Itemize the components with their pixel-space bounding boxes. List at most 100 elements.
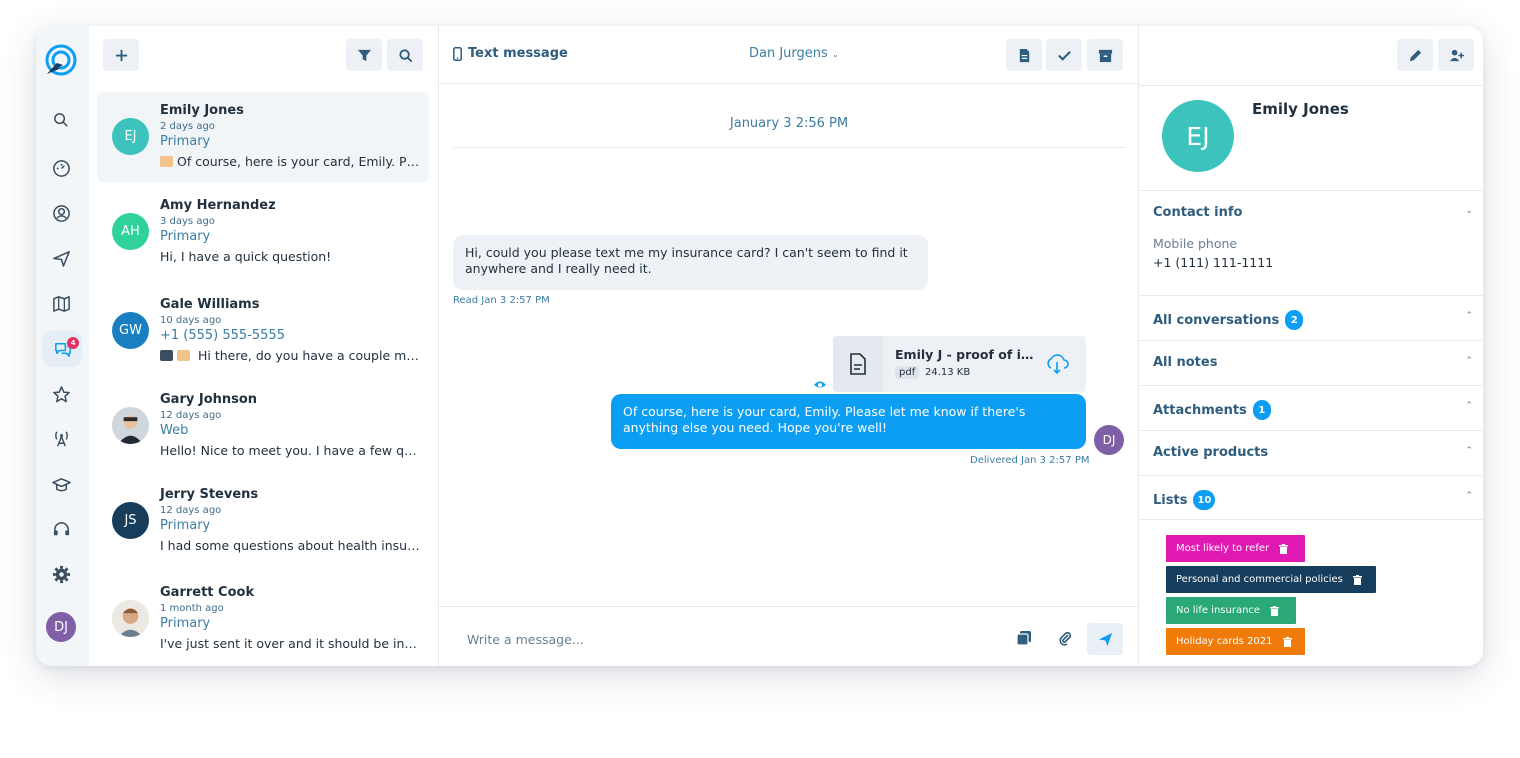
section-title: Attachments — [1153, 402, 1247, 418]
filter-icon — [357, 49, 371, 61]
section-lists[interactable]: Lists 10 ⌃ — [1139, 475, 1483, 520]
section-title: All conversations — [1153, 312, 1280, 328]
dashboard-icon[interactable] — [47, 154, 75, 182]
gear-icon[interactable] — [47, 560, 75, 588]
contact-name: Emily Jones — [1252, 100, 1349, 118]
conversation-item[interactable]: GW Gale Williams 10 days ago +1 (555) 55… — [97, 286, 429, 376]
conversation-time: 1 month ago — [160, 603, 224, 614]
archive-icon — [1098, 49, 1112, 62]
filter-button[interactable] — [346, 39, 382, 71]
chat-badge: 4 — [67, 337, 79, 349]
conversation-time: 12 days ago — [160, 505, 222, 516]
map-icon[interactable] — [47, 289, 75, 317]
avatar: GW — [112, 312, 149, 349]
contact-avatar: EJ — [1162, 100, 1234, 172]
conversation-list-panel: EJ Emily Jones 2 days ago Primary Of cou… — [89, 26, 439, 666]
list-tag[interactable]: No life insurance — [1166, 597, 1296, 624]
attachment-card[interactable]: Emily J - proof of insurance pdf 24.13 K… — [833, 336, 1086, 392]
download-icon[interactable] — [1045, 353, 1069, 375]
conversation-name: Emily Jones — [160, 103, 244, 118]
attachment-size: 24.13 KB — [925, 367, 971, 378]
person-photo — [112, 600, 149, 637]
section-title: All notes — [1153, 355, 1218, 370]
attachment-thumb-icon — [160, 156, 173, 167]
section-active-products[interactable]: Active products ⌃ — [1139, 430, 1483, 475]
list-tag[interactable]: Most likely to refer — [1166, 535, 1305, 562]
chat-icon[interactable]: 4 — [42, 331, 82, 367]
message-input[interactable]: Write a message... — [467, 632, 584, 647]
trash-icon[interactable] — [1279, 543, 1289, 554]
section-all-conversations[interactable]: All conversations 2 ⌃ — [1139, 295, 1483, 340]
contact-icon[interactable] — [47, 199, 75, 227]
templates-icon[interactable] — [1016, 630, 1032, 646]
archive-button[interactable] — [1087, 39, 1123, 71]
conversation-channel: Primary — [160, 229, 211, 244]
outgoing-message: Of course, here is your card, Emily. Ple… — [611, 394, 1086, 449]
avatar: AH — [112, 213, 149, 250]
read-receipt: Read Jan 3 2:57 PM — [453, 295, 550, 306]
count-badge: 2 — [1285, 310, 1304, 330]
send-button[interactable] — [1087, 623, 1123, 655]
agent-selector[interactable]: Dan Jurgens ⌄ — [749, 46, 839, 61]
search-icon[interactable] — [47, 106, 75, 134]
conversation-item[interactable]: Garrett Cook 1 month ago Primary I've ju… — [97, 574, 429, 664]
new-conversation-button[interactable] — [103, 39, 139, 71]
camera-icon — [160, 350, 173, 361]
user-avatar[interactable]: DJ — [46, 612, 76, 642]
conversation-item[interactable]: Gary Johnson 12 days ago Web Hello! Nice… — [97, 381, 429, 471]
star-icon[interactable] — [47, 380, 75, 408]
agent-name: Dan Jurgens — [749, 46, 828, 61]
section-title: Active products — [1153, 445, 1269, 460]
message-composer[interactable]: Write a message... — [439, 606, 1139, 666]
chevron-down-icon: ⌄ — [1465, 206, 1473, 216]
section-contact-info[interactable]: Contact info ⌄ — [1139, 190, 1483, 235]
file-icon — [833, 336, 883, 392]
conversation-item[interactable]: JS Jerry Stevens 12 days ago Primary I h… — [97, 476, 429, 566]
contact-header — [1139, 26, 1483, 86]
conversation-preview: Hello! Nice to meet you. I have a few qu… — [160, 443, 420, 458]
conversation-item[interactable]: EJ Emily Jones 2 days ago Primary Of cou… — [97, 92, 429, 182]
conversation-preview: I had some questions about health insura… — [160, 538, 420, 553]
tag-label: Personal and commercial policies — [1176, 574, 1343, 585]
edit-contact-button[interactable] — [1397, 39, 1433, 71]
send-icon[interactable] — [47, 244, 75, 272]
trash-icon[interactable] — [1282, 636, 1292, 647]
conversation-time: 2 days ago — [160, 121, 215, 132]
attachment-ext: pdf — [895, 366, 920, 379]
trash-icon[interactable] — [1270, 605, 1280, 616]
logo-icon[interactable] — [43, 43, 79, 79]
count-badge: 10 — [1193, 490, 1216, 510]
trash-icon[interactable] — [1352, 574, 1362, 585]
conversation-channel: Web — [160, 423, 189, 438]
add-user-icon — [1449, 49, 1464, 61]
chevron-up-icon: ⌃ — [1465, 356, 1473, 366]
section-title: Contact info — [1153, 205, 1243, 220]
channel-label: Text message — [468, 46, 568, 61]
headset-icon[interactable] — [47, 515, 75, 543]
list-tag[interactable]: Personal and commercial policies — [1166, 566, 1376, 593]
attachment-thumb-icon — [177, 350, 190, 361]
notes-button[interactable] — [1006, 39, 1042, 71]
conversation-item[interactable]: AH Amy Hernandez 3 days ago Primary Hi, … — [97, 187, 429, 277]
conversation-channel: Primary — [160, 616, 211, 631]
chevron-up-icon: ⌃ — [1465, 491, 1473, 501]
incoming-message: Hi, could you please text me my insuranc… — [453, 235, 928, 290]
phone-label: Mobile phone — [1153, 236, 1238, 251]
section-attachments[interactable]: Attachments 1 ⌃ — [1139, 385, 1483, 430]
tag-label: Most likely to refer — [1176, 543, 1270, 554]
broadcast-icon[interactable] — [47, 424, 75, 452]
agent-avatar: DJ — [1094, 425, 1124, 455]
section-all-notes[interactable]: All notes ⌃ — [1139, 340, 1483, 385]
delivery-receipt: Delivered Jan 3 2:57 PM — [970, 455, 1090, 466]
list-tag[interactable]: Holiday cards 2021 — [1166, 628, 1305, 655]
search-conversations-button[interactable] — [387, 39, 423, 71]
graduation-cap-icon[interactable] — [47, 470, 75, 498]
channel-selector[interactable]: Text message — [453, 46, 568, 61]
resolve-button[interactable] — [1046, 39, 1082, 71]
paperclip-icon[interactable] — [1057, 630, 1073, 646]
conversation-name: Garrett Cook — [160, 585, 255, 600]
add-user-button[interactable] — [1438, 39, 1474, 71]
document-icon — [1019, 48, 1029, 62]
chevron-up-icon: ⌃ — [1465, 311, 1473, 321]
send-icon — [1098, 632, 1112, 646]
